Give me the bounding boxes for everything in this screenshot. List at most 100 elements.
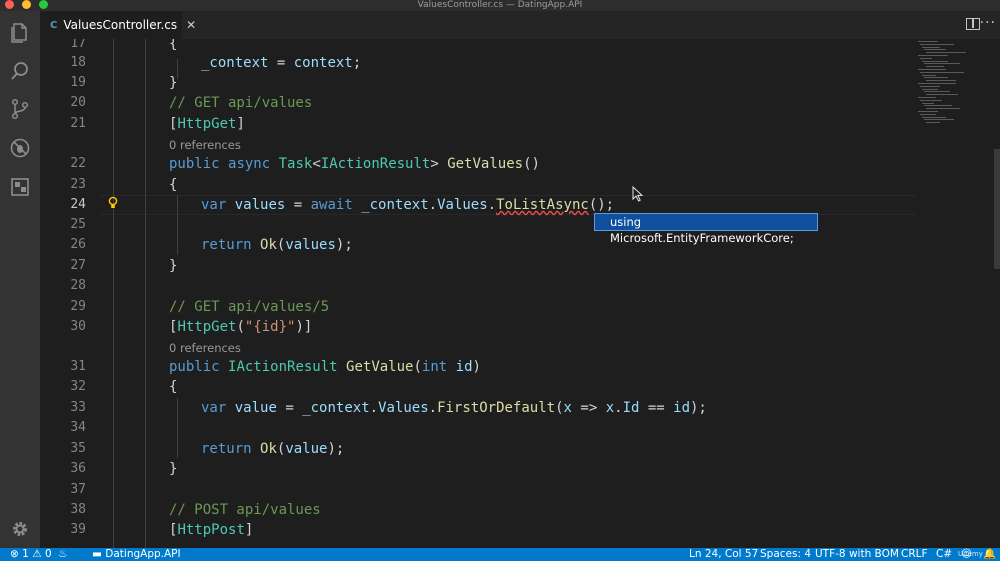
line-number: 18 <box>70 55 86 70</box>
indentation[interactable]: Spaces: 4 <box>760 548 811 561</box>
code-line[interactable]: [HttpGet("{id}")] <box>169 317 312 337</box>
indent-guide <box>177 398 178 458</box>
mouse-pointer-icon <box>632 185 644 202</box>
minimap-line <box>922 116 946 118</box>
minimap-line <box>920 85 940 87</box>
window-title: ValuesController.cs — DatingApp.API <box>417 0 583 10</box>
sync-icon[interactable]: ♨ <box>58 548 67 561</box>
more-actions-icon[interactable]: ··· <box>980 15 996 31</box>
close-window-button[interactable] <box>5 0 14 9</box>
line-number: 31 <box>70 359 86 374</box>
minimap-line <box>924 77 948 79</box>
minimap-line <box>920 99 942 101</box>
minimap-line <box>920 43 954 45</box>
codelens-references[interactable]: 0 references <box>169 136 241 154</box>
minimap-line <box>924 63 960 65</box>
vertical-scrollbar[interactable] <box>994 149 1000 269</box>
code-line[interactable]: public async Task<IActionResult> GetValu… <box>169 154 540 174</box>
zoom-window-button[interactable] <box>39 0 48 9</box>
gear-icon[interactable] <box>9 518 31 540</box>
minimap-line <box>922 74 936 76</box>
minimap-line <box>926 122 940 124</box>
folder-name: DatingApp.API <box>105 548 181 560</box>
minimap-line <box>918 97 936 98</box>
warning-count: 0 <box>44 548 52 560</box>
line-number: 37 <box>70 482 86 497</box>
minimap-line <box>922 60 948 62</box>
code-line-active[interactable]: var values = await _context.Values.ToLis… <box>201 195 614 215</box>
minimap-line <box>926 80 956 82</box>
line-number: 32 <box>70 379 86 394</box>
code-line[interactable]: var value = _context.Values.FirstOrDefau… <box>201 398 707 418</box>
line-number: 26 <box>70 237 86 252</box>
code-line[interactable]: _context = context; <box>201 53 361 73</box>
line-number: 20 <box>70 95 86 110</box>
encoding[interactable]: UTF-8 with BOM <box>815 548 899 561</box>
code-line[interactable]: } <box>169 256 177 276</box>
line-endings[interactable]: CRLF <box>901 548 928 561</box>
problems-indicator[interactable]: ⊗ 1 ⚠ 0 <box>10 548 52 561</box>
activity-bar <box>0 11 40 548</box>
extensions-icon[interactable] <box>9 176 31 198</box>
notifications-icon[interactable]: 🔔 <box>983 548 996 561</box>
debug-icon[interactable] <box>9 137 31 159</box>
code-line[interactable]: public IActionResult GetValue(int id) <box>169 357 481 377</box>
line-number: 24 <box>70 197 86 212</box>
indent-guide <box>113 39 114 548</box>
minimap[interactable] <box>916 39 986 129</box>
search-icon[interactable] <box>9 60 31 82</box>
source-control-icon[interactable] <box>9 98 31 120</box>
close-tab-icon[interactable]: ✕ <box>186 18 196 32</box>
split-editor-icon[interactable] <box>966 18 980 30</box>
code-line[interactable]: return Ok(value); <box>201 439 344 459</box>
status-bar: ⊗ 1 ⚠ 0 ♨ ▬ DatingApp.API Ln 24, Col 57 … <box>0 548 1000 561</box>
minimap-line <box>920 71 964 73</box>
minimap-line <box>926 52 966 54</box>
lightbulb-icon[interactable] <box>108 196 118 212</box>
code-line[interactable]: } <box>169 459 177 479</box>
line-number: 33 <box>70 400 86 415</box>
error-count: 1 <box>22 548 29 560</box>
cursor-position[interactable]: Ln 24, Col 57 <box>689 548 758 561</box>
line-number: 19 <box>70 75 86 90</box>
minimap-line <box>918 111 938 112</box>
folder-indicator[interactable]: ▬ DatingApp.API <box>92 548 181 561</box>
line-number: 30 <box>70 319 86 334</box>
minimap-line <box>924 119 954 121</box>
minimize-window-button[interactable] <box>22 0 31 9</box>
minimap-line <box>918 41 938 42</box>
line-number: 34 <box>70 420 86 435</box>
minimap-line <box>918 55 948 56</box>
code-line[interactable]: // GET api/values <box>169 93 312 113</box>
error-icon: ⊗ <box>10 548 19 560</box>
code-editor[interactable]: 17 18 19 20 21 22 23 24 25 26 27 28 29 3… <box>40 39 1000 548</box>
code-line[interactable]: return Ok(values); <box>201 235 353 255</box>
minimap-line <box>920 57 932 59</box>
code-line[interactable]: { <box>169 175 177 195</box>
minimap-line <box>924 91 950 93</box>
line-number: 38 <box>70 502 86 517</box>
code-line[interactable]: // GET api/values/5 <box>169 297 329 317</box>
line-number: 27 <box>70 258 86 273</box>
code-line[interactable]: { <box>169 377 177 397</box>
tab-values-controller[interactable]: C ValuesController.cs ✕ <box>40 11 196 39</box>
line-number: 23 <box>70 177 86 192</box>
minimap-line <box>924 105 952 107</box>
code-line[interactable]: [HttpPost] <box>169 520 253 540</box>
quick-fix-suggestion[interactable]: using Microsoft.EntityFrameworkCore; <box>594 213 818 245</box>
line-number: 36 <box>70 461 86 476</box>
files-icon[interactable] <box>9 21 31 43</box>
minimap-line <box>922 102 934 104</box>
minimap-line <box>924 49 946 51</box>
language-mode[interactable]: C# <box>936 548 952 561</box>
warning-icon: ⚠ <box>32 548 42 560</box>
codelens-references[interactable]: 0 references <box>169 339 241 357</box>
code-line[interactable]: // POST api/values <box>169 500 321 520</box>
code-line[interactable]: } <box>169 73 177 93</box>
code-line[interactable]: [HttpGet] <box>169 114 245 134</box>
line-number: 28 <box>70 278 86 293</box>
line-number: 21 <box>70 116 86 131</box>
code-line[interactable]: { <box>169 39 177 54</box>
tab-label: ValuesController.cs <box>63 18 178 32</box>
feedback-icon[interactable]: ☺ <box>961 548 972 561</box>
